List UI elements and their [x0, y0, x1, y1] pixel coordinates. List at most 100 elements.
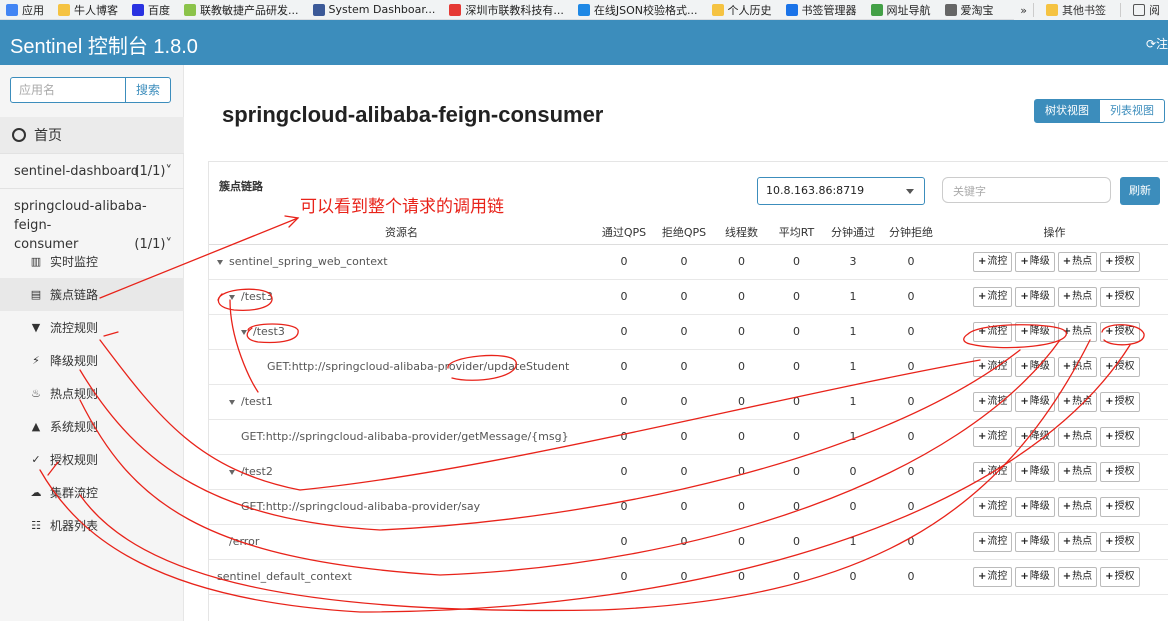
brand-title[interactable]: Sentinel 控制台 1.8.0 [10, 30, 198, 59]
menu-item[interactable]: ▲ 系统规则 [0, 410, 184, 443]
plus-icon: + [978, 465, 987, 477]
table-row: /test3 0 0 0 0 1 0 +流控 +降级 +热点 +授权 [209, 314, 1168, 350]
plus-icon: + [978, 500, 987, 512]
logout-link[interactable]: ⟳注 [1146, 35, 1168, 52]
operation-label: 降级 [1029, 500, 1050, 512]
menu-item[interactable]: ♨ 热点规则 [0, 377, 184, 410]
bookmark-item[interactable]: 深圳市联教科技有... [443, 0, 572, 19]
param-rule-button[interactable]: +热点 [1057, 321, 1098, 342]
param-rule-button[interactable]: +热点 [1057, 496, 1098, 517]
bookmark-item[interactable]: 书签管理器 [780, 0, 865, 19]
degrade-rule-button[interactable]: +降级 [1015, 251, 1055, 272]
menu-item[interactable]: ✓ 授权规则 [0, 443, 184, 476]
metric-cell: 0 [654, 419, 714, 455]
param-rule-button[interactable]: +热点 [1057, 461, 1098, 482]
flow-rule-button[interactable]: +流控 [973, 566, 1013, 587]
bookmark-item[interactable]: 百度 [126, 0, 178, 19]
machine-select-value: 10.8.163.86:8719 [766, 184, 865, 197]
menu-item[interactable]: ☁ 集群流控 [0, 476, 184, 509]
machine-select[interactable]: 10.8.163.86:8719 [757, 177, 925, 205]
auth-rule-button[interactable]: +授权 [1100, 531, 1140, 552]
operation-label: 授权 [1114, 535, 1135, 547]
menu-item[interactable]: ⚡ 降级规则 [0, 344, 184, 377]
menu-item[interactable]: ▥ 实时监控 [0, 245, 184, 278]
metric-cell: 0 [769, 559, 824, 595]
auth-rule-button[interactable]: +授权 [1100, 496, 1140, 517]
reading-list[interactable]: 阅 [1127, 0, 1168, 20]
param-rule-button[interactable]: +热点 [1057, 531, 1098, 552]
param-rule-button[interactable]: +热点 [1057, 391, 1098, 412]
expand-toggle-icon[interactable] [229, 469, 235, 475]
more-bookmarks-button[interactable]: » [1020, 4, 1027, 17]
menu-item-label: 集群流控 [50, 486, 99, 500]
flow-rule-button[interactable]: +流控 [973, 496, 1013, 517]
app-feign-consumer[interactable]: springcloud-alibaba-feign- consumer (1/1… [0, 189, 184, 252]
app-search-input[interactable]: 应用名 [10, 77, 126, 103]
degrade-rule-button[interactable]: +降级 [1015, 286, 1055, 307]
degrade-rule-button[interactable]: +降级 [1015, 496, 1055, 517]
degrade-rule-button[interactable]: +降级 [1015, 531, 1055, 552]
app-sentinel-dashboard[interactable]: sentinel-dashboard (1/1)˅ [0, 153, 184, 189]
degrade-rule-button[interactable]: +降级 [1015, 566, 1055, 587]
bookmark-item[interactable]: 联教敏捷产品研发... [178, 0, 307, 19]
resource-name-cell: /test3 [209, 314, 594, 350]
bookmark-item[interactable]: 爱淘宝 [939, 0, 1002, 19]
expand-toggle-icon[interactable] [241, 329, 247, 335]
degrade-rule-button[interactable]: +降级 [1015, 461, 1055, 482]
annotation-text: 可以看到整个请求的调用链 [300, 197, 504, 217]
flow-rule-button[interactable]: +流控 [973, 531, 1013, 552]
separator [1120, 3, 1121, 17]
menu-item[interactable]: ☷ 机器列表 [0, 509, 184, 542]
plus-icon: + [1020, 360, 1029, 372]
auth-rule-button[interactable]: +授权 [1100, 461, 1140, 482]
auth-rule-button[interactable]: +授权 [1100, 321, 1140, 342]
resource-panel: 簇点链路 10.8.163.86:8719 关键字 刷新 资源名 通过QPS 拒绝Q… [208, 161, 1168, 621]
bookmark-item[interactable]: 牛人博客 [52, 0, 126, 19]
expand-toggle-icon[interactable] [217, 259, 223, 265]
flow-rule-button[interactable]: +流控 [973, 391, 1013, 412]
metric-cell: 0 [769, 279, 824, 315]
param-rule-button[interactable]: +热点 [1057, 566, 1098, 587]
bookmark-item[interactable]: 网址导航 [865, 0, 939, 19]
auth-rule-button[interactable]: +授权 [1100, 251, 1140, 272]
param-rule-button[interactable]: +热点 [1057, 426, 1098, 447]
tree-view-button[interactable]: 树状视图 [1034, 99, 1100, 123]
operation-label: 降级 [1029, 290, 1050, 302]
expand-toggle-icon[interactable] [229, 399, 235, 405]
nav-home[interactable]: 首页 [0, 117, 184, 153]
bookmark-item[interactable]: 在线JSON校验格式... [572, 0, 706, 19]
menu-item[interactable]: ▤ 簇点链路 [0, 278, 184, 311]
auth-rule-button[interactable]: +授权 [1100, 391, 1140, 412]
degrade-rule-button[interactable]: +降级 [1015, 391, 1055, 412]
metric-cell: 0 [654, 349, 714, 385]
bookmark-item[interactable]: System Dashboar... [307, 0, 444, 19]
param-rule-button[interactable]: +热点 [1057, 286, 1098, 307]
auth-rule-button[interactable]: +授权 [1100, 286, 1140, 307]
degrade-rule-button[interactable]: +降级 [1015, 426, 1055, 447]
operation-label: 流控 [987, 290, 1008, 302]
flow-rule-button[interactable]: +流控 [973, 426, 1013, 447]
auth-rule-button[interactable]: +授权 [1100, 566, 1140, 587]
search-button[interactable]: 搜索 [125, 77, 171, 103]
auth-rule-button[interactable]: +授权 [1100, 356, 1140, 377]
menu-item[interactable]: ▼ 流控规则 [0, 311, 184, 344]
bookmark-item[interactable]: 应用 [0, 0, 52, 19]
flow-rule-button[interactable]: +流控 [973, 321, 1013, 342]
param-rule-button[interactable]: +热点 [1057, 356, 1098, 377]
list-view-button[interactable]: 列表视图 [1100, 99, 1165, 123]
flow-rule-button[interactable]: +流控 [973, 356, 1013, 377]
refresh-button[interactable]: 刷新 [1120, 177, 1160, 205]
keyword-input[interactable]: 关键字 [942, 177, 1111, 203]
flow-rule-button[interactable]: +流控 [973, 251, 1013, 272]
degrade-rule-button[interactable]: +降级 [1015, 321, 1055, 342]
param-rule-button[interactable]: +热点 [1057, 251, 1098, 272]
auth-rule-button[interactable]: +授权 [1100, 426, 1140, 447]
other-bookmarks[interactable]: 其他书签 [1040, 0, 1114, 20]
bookmark-item[interactable]: 个人历史 [706, 0, 780, 19]
flow-rule-button[interactable]: +流控 [973, 286, 1013, 307]
expand-toggle-icon[interactable] [229, 294, 235, 300]
menu-item-label: 降级规则 [50, 354, 99, 368]
flow-rule-button[interactable]: +流控 [973, 461, 1013, 482]
metric-cell: 0 [594, 419, 654, 455]
degrade-rule-button[interactable]: +降级 [1015, 356, 1055, 377]
